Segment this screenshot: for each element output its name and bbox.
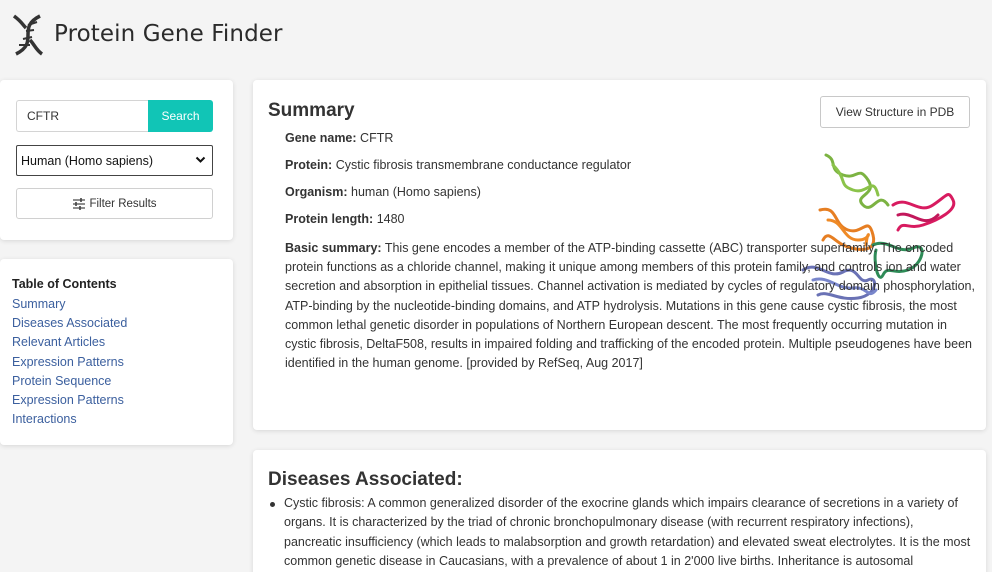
- toc-link-expression[interactable]: Expression Patterns: [12, 353, 233, 372]
- gene-name-value: CFTR: [360, 131, 394, 145]
- toc-link-interactions[interactable]: Interactions: [12, 410, 233, 429]
- toc-link-summary[interactable]: Summary: [12, 295, 233, 314]
- basic-summary: Basic summary: This gene encodes a membe…: [285, 239, 975, 373]
- filter-results-label: Filter Results: [89, 197, 157, 210]
- summary-card: Summary View Structure in PDB Gene name:…: [253, 80, 986, 430]
- organism-value: human (Homo sapiens): [351, 185, 481, 199]
- toc-title: Table of Contents: [12, 277, 117, 291]
- diseases-card: Diseases Associated: Cystic fibrosis: A …: [253, 450, 986, 572]
- protein-label: Protein:: [285, 158, 333, 172]
- search-button[interactable]: Search: [148, 100, 213, 132]
- toc-link-expression-2[interactable]: Expression Patterns: [12, 391, 233, 410]
- protein-value: Cystic fibrosis transmembrane conductanc…: [335, 158, 631, 172]
- search-bar: Search: [16, 100, 213, 132]
- app-title: Protein Gene Finder: [54, 21, 283, 47]
- basic-summary-text: This gene encodes a member of the ATP-bi…: [285, 241, 975, 371]
- toc-link-sequence[interactable]: Protein Sequence: [12, 372, 233, 391]
- organism-select-value: Human (Homo sapiens): [21, 153, 153, 168]
- dna-icon: [12, 14, 44, 56]
- organism-select[interactable]: Human (Homo sapiens): [16, 145, 213, 176]
- table-of-contents: Table of Contents Summary Diseases Assoc…: [0, 259, 233, 445]
- toc-link-diseases[interactable]: Diseases Associated: [12, 314, 233, 333]
- disease-item: Cystic fibrosis: A common generalized di…: [270, 494, 974, 571]
- toc-link-articles[interactable]: Relevant Articles: [12, 333, 233, 352]
- sliders-icon: [73, 197, 86, 210]
- search-input[interactable]: [16, 100, 148, 132]
- search-panel: Search Human (Homo sapiens) Filter Resul…: [0, 80, 233, 240]
- basic-summary-label: Basic summary:: [285, 241, 382, 255]
- gene-name-label: Gene name:: [285, 131, 357, 145]
- protein-length-label: Protein length:: [285, 212, 374, 226]
- diseases-title: Diseases Associated:: [268, 469, 463, 490]
- organism-label: Organism:: [285, 185, 348, 199]
- summary-title: Summary: [268, 100, 355, 121]
- filter-results-button[interactable]: Filter Results: [16, 188, 213, 219]
- chevron-down-icon: [195, 156, 206, 163]
- disease-list: Cystic fibrosis: A common generalized di…: [270, 494, 974, 571]
- app-header: Protein Gene Finder: [10, 12, 283, 56]
- view-structure-button[interactable]: View Structure in PDB: [820, 96, 970, 128]
- protein-length-value: 1480: [376, 212, 405, 226]
- summary-fields: Gene name: CFTR Protein: Cystic fibrosis…: [285, 131, 975, 373]
